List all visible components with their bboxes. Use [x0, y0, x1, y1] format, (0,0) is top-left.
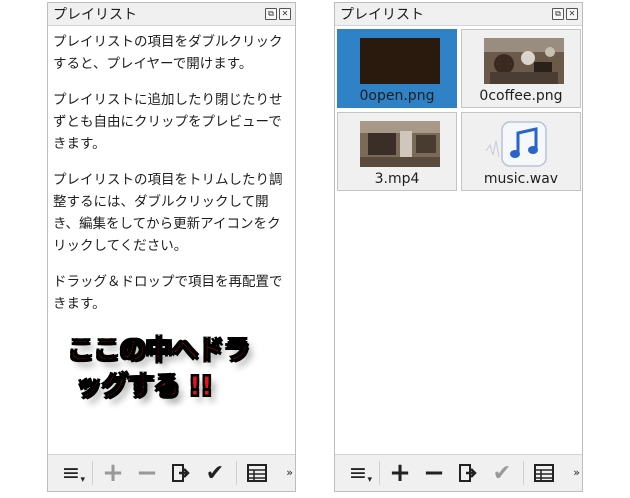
more-icon[interactable]: »: [573, 466, 580, 479]
panel-title: プレイリスト: [53, 7, 137, 23]
chevron-down-icon: ▾: [80, 475, 85, 485]
update-button[interactable]: [451, 459, 485, 487]
confirm-button[interactable]: ✔: [485, 459, 519, 487]
check-icon: ✔: [492, 460, 512, 486]
drop-hint-annotation: ここの中へドラ ッグする !!: [68, 333, 293, 405]
help-paragraph: ドラッグ＆ドロップで項目を再配置できます。: [53, 274, 283, 312]
help-text: プレイリストの項目をダブルクリックすると、プレイヤーで開けます。 プレイリストに…: [53, 31, 293, 329]
remove-button[interactable]: −: [130, 458, 164, 488]
minus-icon: −: [423, 458, 445, 488]
float-icon[interactable]: ⧉: [265, 8, 277, 20]
menu-icon: ≡: [348, 460, 368, 486]
playlist-clip[interactable]: 0open.png: [337, 29, 457, 108]
clip-thumbnail: [360, 121, 440, 167]
plus-icon: +: [389, 458, 411, 488]
drop-hint-line: ッグする !!: [76, 372, 214, 403]
clip-label: 0coffee.png: [479, 88, 563, 104]
music-file-icon: [485, 121, 547, 167]
update-button[interactable]: [164, 459, 198, 487]
table-icon: [247, 464, 267, 482]
panel-title: プレイリスト: [340, 7, 424, 23]
drop-hint-line: ここの中へドラ: [68, 336, 251, 367]
clip-thumbnail: [360, 38, 440, 84]
playlist-panel-right: プレイリスト ⧉ ✕ 0open.png 0coffee.png 3.mp4 m…: [334, 2, 583, 492]
chevron-down-icon: ▾: [367, 475, 372, 485]
playlist-panel-left: プレイリスト ⧉ ✕ プレイリストの項目をダブルクリックすると、プレイヤーで開け…: [47, 2, 296, 492]
check-icon: ✔: [205, 460, 225, 486]
clip-label: music.wav: [483, 171, 559, 187]
update-icon: [459, 464, 477, 482]
add-button[interactable]: +: [383, 458, 417, 488]
close-icon[interactable]: ✕: [279, 8, 291, 20]
clip-label: 0open.png: [359, 88, 435, 104]
playlist-toolbar: ≡ ▾ + − ✔ »: [48, 455, 295, 491]
playlist-clip[interactable]: music.wav: [461, 112, 581, 191]
playlist-clip[interactable]: 3.mp4: [337, 112, 457, 191]
float-icon[interactable]: ⧉: [552, 8, 564, 20]
confirm-button[interactable]: ✔: [198, 459, 232, 487]
toolbar-separator: [232, 459, 240, 487]
table-view-button[interactable]: [527, 459, 561, 487]
close-icon[interactable]: ✕: [566, 8, 578, 20]
table-icon: [534, 464, 554, 482]
panel-titlebar: プレイリスト ⧉ ✕: [48, 3, 295, 25]
toolbar-separator: [519, 459, 527, 487]
panel-titlebar: プレイリスト ⧉ ✕: [335, 3, 582, 25]
playlist-clip[interactable]: 0coffee.png: [461, 29, 581, 108]
more-icon[interactable]: »: [286, 466, 293, 479]
help-paragraph: プレイリストに追加したり閉じたりせずとも自由にクリップをプレビューできます。: [53, 92, 283, 152]
help-paragraph: プレイリストの項目をトリムしたり調整するには、ダブルクリックして開き、編集をして…: [53, 172, 283, 254]
toolbar-separator: [375, 459, 383, 487]
toolbar-separator: [88, 459, 96, 487]
minus-icon: −: [136, 458, 158, 488]
update-icon: [172, 464, 190, 482]
menu-button[interactable]: ≡ ▾: [341, 459, 375, 487]
menu-icon: ≡: [61, 460, 81, 486]
playlist-toolbar: ≡ ▾ + − ✔ »: [335, 455, 582, 491]
plus-icon: +: [102, 458, 124, 488]
table-view-button[interactable]: [240, 459, 274, 487]
add-button[interactable]: +: [96, 458, 130, 488]
help-paragraph: プレイリストの項目をダブルクリックすると、プレイヤーで開けます。: [53, 34, 283, 72]
playlist-empty-area[interactable]: プレイリストの項目をダブルクリックすると、プレイヤーで開けます。 プレイリストに…: [48, 25, 295, 455]
menu-button[interactable]: ≡ ▾: [54, 459, 88, 487]
playlist-grid[interactable]: 0open.png 0coffee.png 3.mp4 music.wav: [335, 25, 582, 455]
clip-thumbnail: [484, 38, 564, 84]
clip-label: 3.mp4: [374, 171, 420, 187]
remove-button[interactable]: −: [417, 458, 451, 488]
